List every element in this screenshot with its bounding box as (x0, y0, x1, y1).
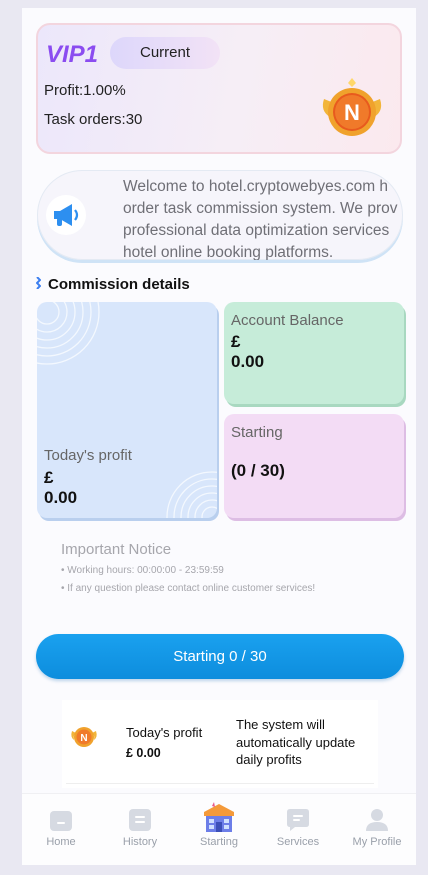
coin-icon: N (71, 727, 97, 747)
vip-profit-rate: Profit:1.00% (44, 82, 126, 99)
balance-currency: £ (231, 332, 241, 351)
starting-label: Starting (231, 424, 283, 441)
home-icon (50, 811, 72, 831)
tab-home-label: Home (46, 836, 76, 848)
daily-profit-row: N Today's profit £ 0.00 The system will … (62, 700, 378, 788)
daily-profit-value: £ 0.00 (126, 746, 161, 760)
profile-icon (366, 809, 388, 831)
commission-title: Commission details (48, 276, 190, 293)
section-marker-icon (36, 277, 41, 289)
starting-progress: (0 / 30) (231, 461, 285, 480)
tab-home[interactable]: Home (22, 794, 100, 865)
notice-title: Important Notice (61, 541, 172, 558)
notice-working-hours: • Working hours: 00:00:00 - 23:59:59 (61, 565, 224, 576)
tab-services[interactable]: Services (259, 794, 337, 865)
decorative-rings-icon (37, 302, 100, 365)
tab-history[interactable]: History (101, 794, 179, 865)
today-profit-card: Today's profit £ 0.00 (37, 302, 217, 518)
notice-contact: • If any question please contact online … (61, 583, 316, 594)
vip-task-orders: Task orders:30 (44, 111, 143, 128)
announcement-banner: Welcome to hotel.cryptowebyes.com h orde… (37, 170, 403, 260)
daily-profit-label: Today's profit (126, 725, 203, 740)
commission-heading: Commission details (36, 276, 190, 293)
app-screen: VIP1 Current Profit:1.00% Task orders:30… (22, 8, 416, 865)
tab-services-label: Services (276, 836, 320, 848)
vip-card: VIP1 Current Profit:1.00% Task orders:30… (36, 23, 402, 154)
tab-starting-label: Starting (200, 836, 238, 848)
announcement-text: Welcome to hotel.cryptowebyes.com h orde… (123, 178, 398, 260)
tab-starting[interactable]: Starting (180, 794, 258, 865)
today-profit-value: 0.00 (44, 488, 78, 507)
balance-label: Account Balance (231, 312, 344, 329)
tab-history-label: History (122, 836, 158, 848)
vip-level: VIP1 (46, 41, 99, 68)
tab-my-profile-label: My Profile (352, 836, 402, 848)
services-icon (287, 809, 309, 831)
decorative-rings-icon (166, 471, 217, 518)
account-balance-card: Account Balance £ 0.00 (224, 302, 404, 404)
svg-text:N: N (344, 100, 360, 125)
balance-value: 0.00 (231, 352, 265, 371)
starting-card: Starting (0 / 30) (224, 414, 404, 518)
vip-coin-icon: N (322, 78, 382, 136)
daily-profit-note: The system will automatically update dai… (236, 717, 356, 767)
starting-icon (204, 802, 234, 832)
history-icon (129, 809, 151, 831)
today-profit-currency: £ (44, 468, 54, 487)
bottom-tab-bar: Home History Starting Services My Profil… (22, 793, 416, 865)
start-tasks-button[interactable]: Starting 0 / 30 (36, 634, 404, 679)
vip-current-badge: Current (110, 37, 220, 69)
megaphone-icon (46, 195, 86, 235)
today-profit-label: Today's profit (44, 447, 132, 464)
tab-my-profile[interactable]: My Profile (338, 794, 416, 865)
divider (66, 783, 374, 784)
svg-text:N: N (80, 733, 87, 744)
